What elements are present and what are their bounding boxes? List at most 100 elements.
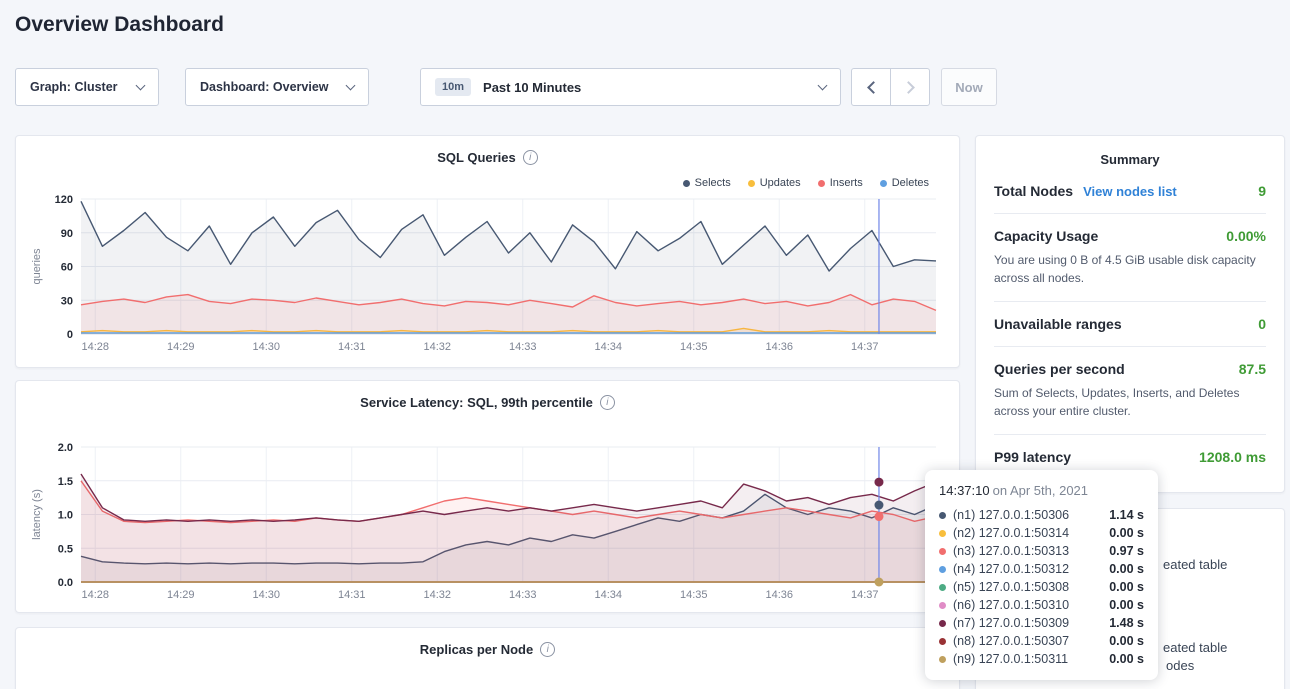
info-icon[interactable]: i (600, 395, 615, 410)
divider (994, 346, 1266, 347)
tooltip-node-label: (n1) 127.0.0.1:50306 (953, 508, 1069, 522)
time-next-button[interactable] (890, 68, 930, 106)
svg-text:14:33: 14:33 (509, 589, 537, 601)
chevron-down-icon (818, 80, 828, 90)
divider (994, 213, 1266, 214)
chevron-right-icon (902, 81, 915, 94)
time-range-dropdown[interactable]: 10m Past 10 Minutes (420, 68, 841, 106)
info-icon[interactable]: i (523, 150, 538, 165)
svg-text:0.5: 0.5 (58, 543, 73, 555)
svg-text:14:35: 14:35 (680, 341, 708, 353)
tooltip-node-row: (n5) 127.0.0.1:50308 0.00 s (939, 578, 1144, 596)
chevron-left-icon (867, 81, 880, 94)
svg-text:2.0: 2.0 (58, 442, 73, 454)
event-item-text: eated table (1163, 640, 1227, 655)
overview-dashboard-page: Overview Dashboard Graph: Cluster Dashbo… (0, 0, 1290, 689)
legend-dot-icon (683, 180, 690, 187)
node-color-dot-icon (939, 602, 946, 609)
summary-row-p99-latency: P99 latency 1208.0 ms (994, 449, 1266, 465)
event-item-text: eated table (1163, 557, 1227, 572)
svg-text:14:30: 14:30 (252, 589, 280, 601)
tooltip-node-value: 1.48 s (1109, 616, 1144, 630)
dashboard-selector-dropdown[interactable]: Dashboard: Overview (185, 68, 369, 106)
info-icon[interactable]: i (540, 642, 555, 657)
legend-dot-icon (748, 180, 755, 187)
tooltip-node-label: (n5) 127.0.0.1:50308 (953, 580, 1069, 594)
tooltip-node-value: 1.14 s (1109, 508, 1144, 522)
replicas-per-node-chart-card: Replicas per Node i (15, 627, 960, 689)
legend-dot-icon (818, 180, 825, 187)
tooltip-node-row: (n9) 127.0.0.1:503110.00 s (939, 650, 1144, 668)
tooltip-node-value: 0.00 s (1109, 526, 1144, 540)
tooltip-node-value: 0.00 s (1109, 580, 1144, 594)
chart-header: SQL Queries i (16, 150, 959, 165)
summary-label: P99 latency (994, 449, 1071, 465)
latency-tooltip-rows: (n1) 127.0.0.1:50306 1.14 s (n2) 127.0.0.1… (939, 506, 1144, 668)
summary-row-capacity: Capacity Usage 0.00% You are using 0 B o… (994, 228, 1266, 287)
summary-value: 0 (1258, 316, 1266, 332)
svg-text:1.0: 1.0 (58, 510, 73, 522)
tooltip-node-row: (n6) 127.0.0.1:503100.00 s (939, 596, 1144, 614)
chart-header: Replicas per Node i (16, 642, 959, 657)
chart-title: SQL Queries (437, 150, 516, 165)
node-color-dot-icon (939, 656, 946, 663)
chevron-down-icon (136, 80, 146, 90)
divider (994, 301, 1266, 302)
tooltip-node-value: 0.00 s (1109, 634, 1144, 648)
now-button[interactable]: Now (941, 68, 997, 106)
node-color-dot-icon (939, 530, 946, 537)
tooltip-node-row: (n1) 127.0.0.1:50306 1.14 s (939, 506, 1144, 524)
svg-text:14:32: 14:32 (423, 341, 451, 353)
dashboard-selector-label: Dashboard: Overview (200, 80, 329, 94)
svg-text:90: 90 (61, 228, 73, 240)
tooltip-node-value: 0.97 s (1109, 544, 1144, 558)
svg-text:0.0: 0.0 (58, 577, 73, 589)
tooltip-date: on Apr 5th, 2021 (993, 483, 1088, 498)
svg-text:14:34: 14:34 (594, 589, 622, 601)
svg-text:14:33: 14:33 (509, 341, 537, 353)
node-color-dot-icon (939, 548, 946, 555)
latency-tooltip: 14:37:10on Apr 5th, 2021 (n1) 127.0.0.1:… (925, 470, 1158, 680)
tooltip-node-value: 0.00 s (1109, 598, 1144, 612)
tooltip-node-label: (n9) 127.0.0.1:50311 (953, 652, 1068, 666)
node-color-dot-icon (939, 584, 946, 591)
summary-value: 87.5 (1239, 361, 1266, 377)
svg-text:14:31: 14:31 (338, 341, 366, 353)
tooltip-node-value: 0.00 s (1109, 562, 1144, 576)
svg-text:14:36: 14:36 (765, 589, 793, 601)
tooltip-node-label: (n3) 127.0.0.1:50313 (953, 544, 1069, 558)
svg-text:14:30: 14:30 (252, 341, 280, 353)
tooltip-node-row: (n2) 127.0.0.1:50314 0.00 s (939, 524, 1144, 542)
time-range-badge: 10m (435, 78, 471, 96)
tooltip-node-row: (n3) 127.0.0.1:50313 0.97 s (939, 542, 1144, 560)
sql-queries-chart[interactable]: 14:28 14:29 14:30 14:31 14:32 14:33 14:34 14:35… (16, 188, 961, 366)
tooltip-node-row: (n4) 127.0.0.1:50312 0.00 s (939, 560, 1144, 578)
chart-title: Service Latency: SQL, 99th percentile (360, 395, 593, 410)
summary-label: Total Nodes (994, 183, 1073, 199)
tooltip-node-label: (n4) 127.0.0.1:50312 (953, 562, 1069, 576)
svg-text:14:31: 14:31 (338, 589, 366, 601)
node-color-dot-icon (939, 566, 946, 573)
svg-text:14:29: 14:29 (167, 341, 195, 353)
view-nodes-list-link[interactable]: View nodes list (1083, 184, 1177, 199)
service-latency-chart-card: Service Latency: SQL, 99th percentile i … (15, 380, 960, 613)
svg-text:14:32: 14:32 (423, 589, 451, 601)
summary-row-total-nodes: Total Nodes View nodes list 9 (994, 183, 1266, 199)
tooltip-node-row: (n7) 127.0.0.1:503091.48 s (939, 614, 1144, 632)
svg-text:14:28: 14:28 (81, 341, 109, 353)
tooltip-time: 14:37:10 (939, 483, 990, 498)
summary-row-qps: Queries per second 87.5 Sum of Selects, … (994, 361, 1266, 420)
summary-row-unavailable-ranges: Unavailable ranges 0 (994, 316, 1266, 332)
graph-selector-dropdown[interactable]: Graph: Cluster (15, 68, 159, 106)
time-prev-button[interactable] (851, 68, 891, 106)
chart-title: Replicas per Node (420, 642, 533, 657)
tooltip-node-label: (n2) 127.0.0.1:50314 (953, 526, 1069, 540)
svg-text:1.5: 1.5 (58, 476, 73, 488)
summary-label: Unavailable ranges (994, 316, 1122, 332)
divider (994, 434, 1266, 435)
svg-text:14:34: 14:34 (594, 341, 622, 353)
service-latency-chart[interactable]: 14:2814:2914:3014:3114:3214:3314:3414:35… (16, 433, 961, 611)
summary-description: Sum of Selects, Updates, Inserts, and De… (994, 384, 1266, 420)
svg-text:14:36: 14:36 (765, 341, 793, 353)
summary-panel: Summary Total Nodes View nodes list 9 Ca… (975, 135, 1285, 493)
